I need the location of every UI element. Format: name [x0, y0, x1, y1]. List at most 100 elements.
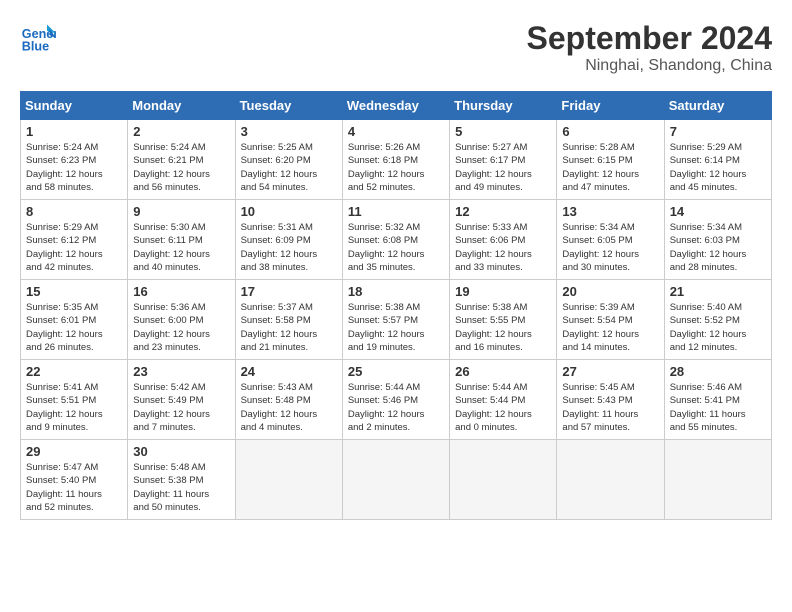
- day-info: Sunrise: 5:41 AMSunset: 5:51 PMDaylight:…: [26, 381, 122, 434]
- day-info: Sunrise: 5:32 AMSunset: 6:08 PMDaylight:…: [348, 221, 444, 274]
- day-number: 3: [241, 124, 337, 139]
- day-number: 27: [562, 364, 658, 379]
- day-number: 26: [455, 364, 551, 379]
- day-cell: 23 Sunrise: 5:42 AMSunset: 5:49 PMDaylig…: [128, 360, 235, 440]
- day-info: Sunrise: 5:37 AMSunset: 5:58 PMDaylight:…: [241, 301, 337, 354]
- day-cell: [235, 440, 342, 520]
- col-header-monday: Monday: [128, 92, 235, 120]
- day-cell: 13 Sunrise: 5:34 AMSunset: 6:05 PMDaylig…: [557, 200, 664, 280]
- day-info: Sunrise: 5:36 AMSunset: 6:00 PMDaylight:…: [133, 301, 229, 354]
- day-number: 11: [348, 204, 444, 219]
- page-header: General Blue September 2024 Ninghai, Sha…: [20, 20, 772, 75]
- day-cell: 6 Sunrise: 5:28 AMSunset: 6:15 PMDayligh…: [557, 120, 664, 200]
- day-cell: 22 Sunrise: 5:41 AMSunset: 5:51 PMDaylig…: [21, 360, 128, 440]
- day-cell: [450, 440, 557, 520]
- day-number: 8: [26, 204, 122, 219]
- day-number: 4: [348, 124, 444, 139]
- day-number: 9: [133, 204, 229, 219]
- week-row-3: 15 Sunrise: 5:35 AMSunset: 6:01 PMDaylig…: [21, 280, 772, 360]
- day-cell: 10 Sunrise: 5:31 AMSunset: 6:09 PMDaylig…: [235, 200, 342, 280]
- day-cell: 17 Sunrise: 5:37 AMSunset: 5:58 PMDaylig…: [235, 280, 342, 360]
- day-cell: 3 Sunrise: 5:25 AMSunset: 6:20 PMDayligh…: [235, 120, 342, 200]
- day-number: 1: [26, 124, 122, 139]
- day-number: 30: [133, 444, 229, 459]
- day-number: 24: [241, 364, 337, 379]
- day-info: Sunrise: 5:25 AMSunset: 6:20 PMDaylight:…: [241, 141, 337, 194]
- col-header-sunday: Sunday: [21, 92, 128, 120]
- col-header-saturday: Saturday: [664, 92, 771, 120]
- week-row-1: 1 Sunrise: 5:24 AMSunset: 6:23 PMDayligh…: [21, 120, 772, 200]
- day-info: Sunrise: 5:47 AMSunset: 5:40 PMDaylight:…: [26, 461, 122, 514]
- day-number: 2: [133, 124, 229, 139]
- day-info: Sunrise: 5:34 AMSunset: 6:05 PMDaylight:…: [562, 221, 658, 274]
- day-info: Sunrise: 5:35 AMSunset: 6:01 PMDaylight:…: [26, 301, 122, 354]
- day-cell: 2 Sunrise: 5:24 AMSunset: 6:21 PMDayligh…: [128, 120, 235, 200]
- day-cell: [664, 440, 771, 520]
- day-number: 22: [26, 364, 122, 379]
- day-info: Sunrise: 5:29 AMSunset: 6:14 PMDaylight:…: [670, 141, 766, 194]
- week-row-2: 8 Sunrise: 5:29 AMSunset: 6:12 PMDayligh…: [21, 200, 772, 280]
- day-cell: 24 Sunrise: 5:43 AMSunset: 5:48 PMDaylig…: [235, 360, 342, 440]
- day-number: 23: [133, 364, 229, 379]
- day-number: 15: [26, 284, 122, 299]
- day-number: 20: [562, 284, 658, 299]
- day-cell: 4 Sunrise: 5:26 AMSunset: 6:18 PMDayligh…: [342, 120, 449, 200]
- day-cell: 16 Sunrise: 5:36 AMSunset: 6:00 PMDaylig…: [128, 280, 235, 360]
- day-number: 29: [26, 444, 122, 459]
- day-cell: 20 Sunrise: 5:39 AMSunset: 5:54 PMDaylig…: [557, 280, 664, 360]
- title-area: September 2024 Ninghai, Shandong, China: [527, 20, 772, 75]
- day-number: 5: [455, 124, 551, 139]
- day-number: 13: [562, 204, 658, 219]
- day-info: Sunrise: 5:44 AMSunset: 5:46 PMDaylight:…: [348, 381, 444, 434]
- col-header-wednesday: Wednesday: [342, 92, 449, 120]
- day-cell: 18 Sunrise: 5:38 AMSunset: 5:57 PMDaylig…: [342, 280, 449, 360]
- header-row: SundayMondayTuesdayWednesdayThursdayFrid…: [21, 92, 772, 120]
- day-cell: 8 Sunrise: 5:29 AMSunset: 6:12 PMDayligh…: [21, 200, 128, 280]
- day-cell: 25 Sunrise: 5:44 AMSunset: 5:46 PMDaylig…: [342, 360, 449, 440]
- logo-icon: General Blue: [20, 20, 56, 56]
- day-info: Sunrise: 5:30 AMSunset: 6:11 PMDaylight:…: [133, 221, 229, 274]
- col-header-thursday: Thursday: [450, 92, 557, 120]
- day-cell: 28 Sunrise: 5:46 AMSunset: 5:41 PMDaylig…: [664, 360, 771, 440]
- day-number: 19: [455, 284, 551, 299]
- day-info: Sunrise: 5:44 AMSunset: 5:44 PMDaylight:…: [455, 381, 551, 434]
- day-number: 7: [670, 124, 766, 139]
- day-cell: 9 Sunrise: 5:30 AMSunset: 6:11 PMDayligh…: [128, 200, 235, 280]
- day-number: 16: [133, 284, 229, 299]
- day-number: 17: [241, 284, 337, 299]
- day-info: Sunrise: 5:34 AMSunset: 6:03 PMDaylight:…: [670, 221, 766, 274]
- day-number: 28: [670, 364, 766, 379]
- day-cell: 12 Sunrise: 5:33 AMSunset: 6:06 PMDaylig…: [450, 200, 557, 280]
- day-info: Sunrise: 5:46 AMSunset: 5:41 PMDaylight:…: [670, 381, 766, 434]
- day-cell: [342, 440, 449, 520]
- day-info: Sunrise: 5:33 AMSunset: 6:06 PMDaylight:…: [455, 221, 551, 274]
- location-subtitle: Ninghai, Shandong, China: [527, 57, 772, 75]
- col-header-tuesday: Tuesday: [235, 92, 342, 120]
- day-info: Sunrise: 5:39 AMSunset: 5:54 PMDaylight:…: [562, 301, 658, 354]
- day-cell: 5 Sunrise: 5:27 AMSunset: 6:17 PMDayligh…: [450, 120, 557, 200]
- day-number: 18: [348, 284, 444, 299]
- day-info: Sunrise: 5:31 AMSunset: 6:09 PMDaylight:…: [241, 221, 337, 274]
- day-info: Sunrise: 5:48 AMSunset: 5:38 PMDaylight:…: [133, 461, 229, 514]
- calendar-table: SundayMondayTuesdayWednesdayThursdayFrid…: [20, 91, 772, 520]
- month-title: September 2024: [527, 20, 772, 57]
- day-cell: 14 Sunrise: 5:34 AMSunset: 6:03 PMDaylig…: [664, 200, 771, 280]
- day-info: Sunrise: 5:38 AMSunset: 5:57 PMDaylight:…: [348, 301, 444, 354]
- day-info: Sunrise: 5:40 AMSunset: 5:52 PMDaylight:…: [670, 301, 766, 354]
- day-cell: 15 Sunrise: 5:35 AMSunset: 6:01 PMDaylig…: [21, 280, 128, 360]
- svg-text:Blue: Blue: [22, 40, 49, 54]
- day-cell: [557, 440, 664, 520]
- day-number: 12: [455, 204, 551, 219]
- col-header-friday: Friday: [557, 92, 664, 120]
- day-info: Sunrise: 5:43 AMSunset: 5:48 PMDaylight:…: [241, 381, 337, 434]
- day-cell: 30 Sunrise: 5:48 AMSunset: 5:38 PMDaylig…: [128, 440, 235, 520]
- day-info: Sunrise: 5:29 AMSunset: 6:12 PMDaylight:…: [26, 221, 122, 274]
- day-cell: 26 Sunrise: 5:44 AMSunset: 5:44 PMDaylig…: [450, 360, 557, 440]
- day-cell: 19 Sunrise: 5:38 AMSunset: 5:55 PMDaylig…: [450, 280, 557, 360]
- week-row-4: 22 Sunrise: 5:41 AMSunset: 5:51 PMDaylig…: [21, 360, 772, 440]
- day-number: 21: [670, 284, 766, 299]
- day-cell: 21 Sunrise: 5:40 AMSunset: 5:52 PMDaylig…: [664, 280, 771, 360]
- week-row-5: 29 Sunrise: 5:47 AMSunset: 5:40 PMDaylig…: [21, 440, 772, 520]
- day-number: 25: [348, 364, 444, 379]
- day-cell: 11 Sunrise: 5:32 AMSunset: 6:08 PMDaylig…: [342, 200, 449, 280]
